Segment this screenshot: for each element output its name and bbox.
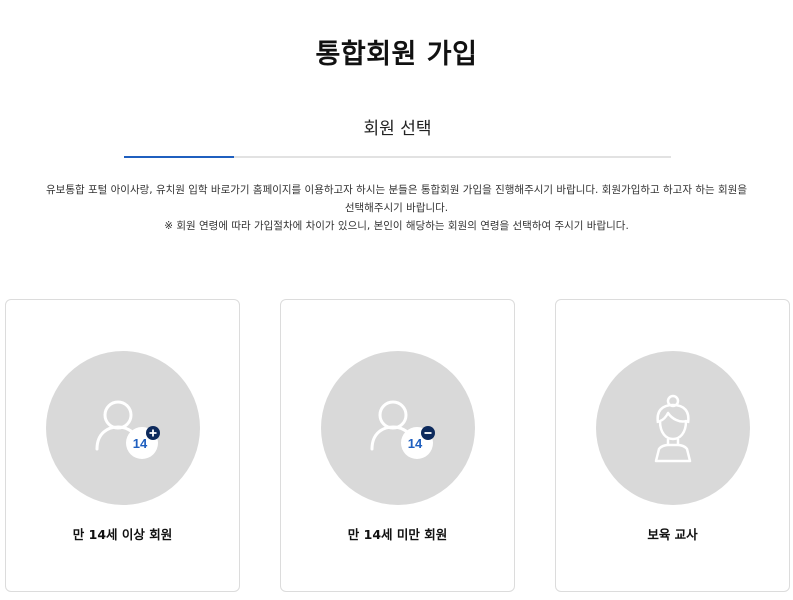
page-title: 통합회원 가입 (315, 39, 478, 70)
user-14-minus-icon: 14 (370, 400, 435, 459)
description: 유보통합 포털 아이사랑, 유치원 입학 바로가기 홈페이지를 이용하고자 하시… (20, 181, 773, 235)
card-label: 보육 교사 (647, 527, 698, 542)
badge-14-text: 14 (408, 436, 423, 451)
user-14-plus-icon: 14 (95, 400, 160, 459)
step-indicator: 회원 선택 (124, 112, 671, 158)
step-progress-bar (124, 156, 671, 158)
step-label: 회원 선택 (363, 119, 432, 139)
description-line: 선택해주시기 바랍니다. (344, 202, 449, 214)
member-under-14-card[interactable]: 14 만 14세 미만 회원 (280, 299, 515, 592)
card-label: 만 14세 미만 회원 (347, 527, 448, 542)
icon-circle: 14 (321, 351, 475, 505)
teacher-icon (654, 394, 692, 463)
teacher-card[interactable]: 보육 교사 (555, 299, 790, 592)
icon-circle (596, 351, 750, 505)
member-over-14-card[interactable]: 14 만 14세 이상 회원 (5, 299, 240, 592)
icon-circle: 14 (46, 351, 200, 505)
step-progress-fill (124, 156, 234, 158)
description-line: 유보통합 포털 아이사랑, 유치원 입학 바로가기 홈페이지를 이용하고자 하시… (46, 184, 747, 196)
description-notice: ※ 회원 연령에 따라 가입절차에 차이가 있으니, 본인이 해당하는 회원의 … (164, 220, 629, 232)
card-label: 만 14세 이상 회원 (72, 527, 173, 542)
badge-14-text: 14 (133, 436, 148, 451)
